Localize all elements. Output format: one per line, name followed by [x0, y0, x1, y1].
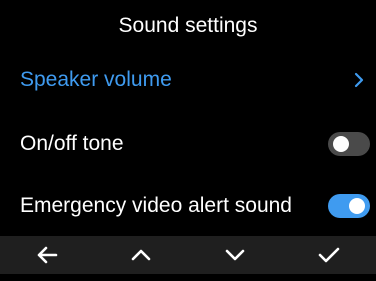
emergency-video-alert-sound-toggle[interactable]: [328, 194, 370, 218]
on-off-tone-toggle[interactable]: [328, 132, 370, 156]
checkmark-icon: [317, 246, 341, 264]
speaker-volume-label: Speaker volume: [20, 68, 172, 91]
page-title: Sound settings: [118, 14, 258, 37]
down-button[interactable]: [188, 236, 282, 274]
emergency-video-alert-sound-label: Emergency video alert sound: [20, 194, 292, 217]
arrow-left-icon: [36, 245, 58, 265]
toggle-knob: [333, 136, 349, 152]
toggle-knob: [349, 198, 365, 214]
chevron-down-icon: [224, 248, 246, 262]
chevron-up-icon: [130, 248, 152, 262]
confirm-button[interactable]: [282, 236, 376, 274]
back-button[interactable]: [0, 236, 94, 274]
bottom-nav-bar: [0, 236, 376, 274]
up-button[interactable]: [94, 236, 188, 274]
chevron-right-icon: [352, 71, 366, 89]
on-off-tone-item[interactable]: On/off tone: [0, 124, 376, 164]
on-off-tone-label: On/off tone: [20, 132, 124, 155]
emergency-video-alert-sound-item[interactable]: Emergency video alert sound: [0, 186, 376, 226]
speaker-volume-item[interactable]: Speaker volume: [0, 60, 376, 100]
